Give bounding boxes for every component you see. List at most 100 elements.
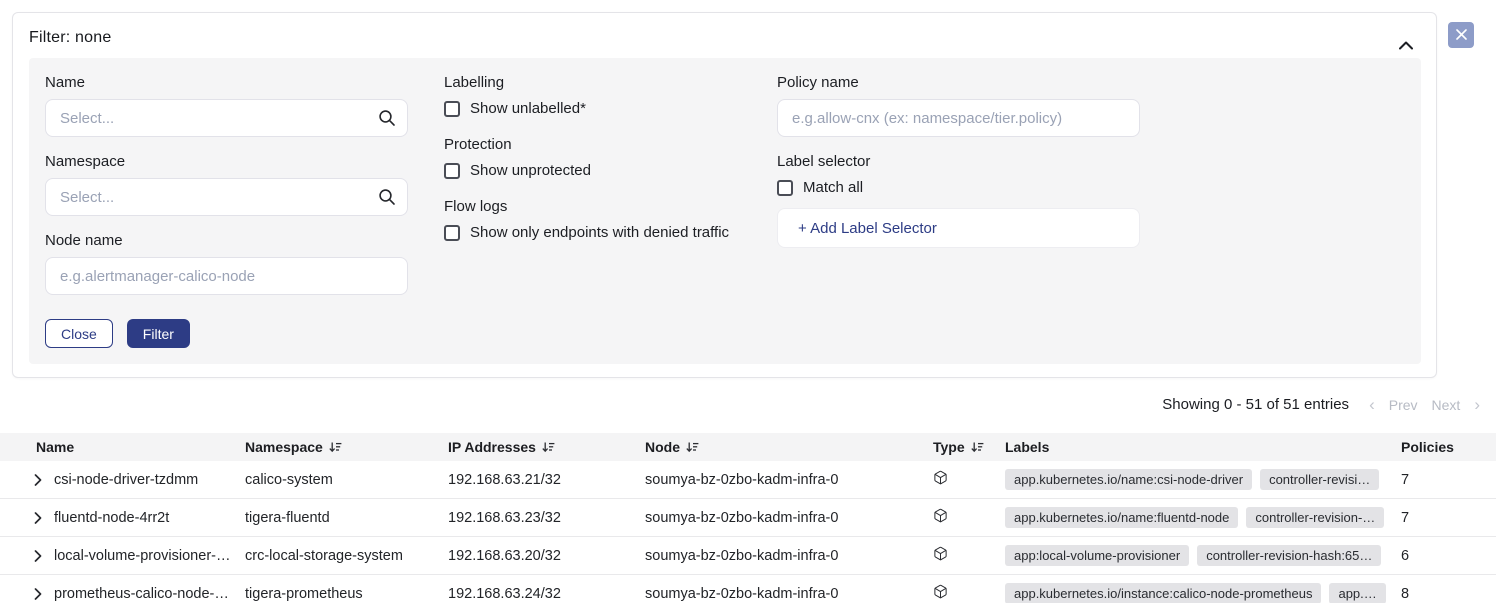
table-body: csi-node-driver-tzdmm calico-system 192.…: [0, 461, 1496, 603]
node-name-input[interactable]: [45, 257, 408, 295]
endpoint-ip: 192.168.63.20/32: [448, 548, 645, 564]
label-chip: app.kubernetes.io/name:fluentd-node: [1005, 507, 1238, 528]
chevron-left-icon[interactable]: ‹: [1369, 396, 1375, 413]
endpoint-ip: 192.168.63.23/32: [448, 510, 645, 526]
checkbox-icon: [444, 163, 460, 179]
match-all-checkbox[interactable]: Match all: [777, 179, 1140, 196]
label-selector-label: Label selector: [777, 153, 1140, 170]
filter-form-panel: Name Namespace: [29, 58, 1421, 364]
pod-icon: [933, 508, 948, 527]
close-button[interactable]: Close: [45, 319, 113, 348]
column-header-name: Name: [0, 439, 245, 455]
endpoint-name: prometheus-calico-node-…: [54, 586, 229, 602]
next-page-link[interactable]: Next: [1432, 397, 1461, 413]
endpoint-labels: app.kubernetes.io/name:fluentd-node contr…: [1005, 507, 1397, 528]
endpoint-namespace: tigera-fluentd: [245, 510, 448, 526]
endpoint-node: soumya-bz-0zbo-kadm-infra-0: [645, 510, 928, 526]
endpoint-node: soumya-bz-0zbo-kadm-infra-0: [645, 548, 928, 564]
endpoint-labels: app:local-volume-provisionercontroller-r…: [1005, 545, 1397, 566]
endpoint-ip: 192.168.63.21/32: [448, 472, 645, 488]
name-select-input[interactable]: [45, 99, 408, 137]
endpoint-policies: 6: [1397, 548, 1496, 564]
endpoints-page: Filter: none Name Names: [0, 0, 1496, 603]
expand-row-icon[interactable]: [34, 550, 42, 562]
endpoint-name: local-volume-provisioner-…: [54, 548, 230, 564]
protection-group: Protection Show unprotected: [444, 136, 789, 179]
match-all-label: Match all: [803, 179, 863, 196]
node-name-field: Node name: [45, 232, 408, 295]
table-header-row: Name Namespace IP Addresses Node: [0, 433, 1496, 461]
label-chip: controller-revision-…: [1246, 507, 1384, 528]
column-header-labels: Labels: [1005, 439, 1397, 455]
filter-button[interactable]: Filter: [127, 319, 190, 348]
protection-label: Protection: [444, 136, 789, 153]
namespace-label: Namespace: [45, 153, 408, 170]
endpoint-type-cell: [928, 508, 1005, 527]
name-field: Name: [45, 74, 408, 137]
show-unprotected-checkbox[interactable]: Show unprotected: [444, 162, 789, 179]
endpoint-namespace: calico-system: [245, 472, 448, 488]
label-chip: app.kubernetes.io/name:csi-node-driver: [1005, 469, 1252, 490]
label-chip: app.…: [1329, 583, 1385, 603]
showing-entries-text: Showing 0 - 51 of 51 entries: [1162, 396, 1349, 413]
add-label-selector-button[interactable]: + Add Label Selector: [777, 208, 1140, 248]
sort-icon: [686, 442, 699, 453]
sort-icon: [542, 442, 555, 453]
sort-icon: [329, 442, 342, 453]
expand-row-icon[interactable]: [34, 588, 42, 600]
chevron-right-icon[interactable]: ›: [1474, 396, 1480, 413]
endpoint-policies: 7: [1397, 510, 1496, 526]
label-selector-group: Label selector Match all + Add Label Sel…: [777, 153, 1140, 248]
endpoint-type-cell: [928, 584, 1005, 603]
labelling-group: Labelling Show unlabelled*: [444, 74, 789, 117]
column-header-type[interactable]: Type: [928, 439, 1005, 455]
denied-traffic-checkbox[interactable]: Show only endpoints with denied traffic: [444, 224, 789, 241]
denied-traffic-label: Show only endpoints with denied traffic: [470, 224, 729, 241]
namespace-field: Namespace: [45, 153, 408, 216]
endpoint-name: csi-node-driver-tzdmm: [54, 472, 198, 488]
endpoints-table: Name Namespace IP Addresses Node: [0, 433, 1496, 603]
namespace-select-input[interactable]: [45, 178, 408, 216]
endpoint-node: soumya-bz-0zbo-kadm-infra-0: [645, 472, 928, 488]
flow-logs-label: Flow logs: [444, 198, 789, 215]
show-unlabelled-checkbox[interactable]: Show unlabelled*: [444, 100, 789, 117]
endpoint-policies: 8: [1397, 586, 1496, 602]
endpoint-type-cell: [928, 546, 1005, 565]
close-panel-x-button[interactable]: [1448, 22, 1474, 48]
pod-icon: [933, 470, 948, 489]
node-name-label: Node name: [45, 232, 408, 249]
filter-title: Filter: none: [29, 29, 111, 47]
expand-row-icon[interactable]: [34, 474, 42, 486]
policy-name-input[interactable]: [777, 99, 1140, 137]
pod-icon: [933, 546, 948, 565]
column-header-policies: Policies: [1397, 439, 1496, 455]
table-row[interactable]: prometheus-calico-node-… tigera-promethe…: [0, 575, 1496, 603]
column-header-node[interactable]: Node: [645, 439, 928, 455]
endpoint-type-cell: [928, 470, 1005, 489]
endpoint-policies: 7: [1397, 472, 1496, 488]
column-header-namespace[interactable]: Namespace: [245, 439, 448, 455]
expand-row-icon[interactable]: [34, 512, 42, 524]
collapse-panel-button[interactable]: [1394, 33, 1418, 57]
endpoint-labels: app.kubernetes.io/name:csi-node-driverco…: [1005, 469, 1397, 490]
show-unprotected-label: Show unprotected: [470, 162, 591, 179]
label-chip: app:local-volume-provisioner: [1005, 545, 1189, 566]
prev-page-link[interactable]: Prev: [1389, 397, 1418, 413]
filter-card: Filter: none Name Names: [12, 12, 1437, 378]
endpoint-labels: app.kubernetes.io/instance:calico-node-p…: [1005, 583, 1397, 603]
table-row[interactable]: local-volume-provisioner-… crc-local-sto…: [0, 537, 1496, 575]
label-chip: app.kubernetes.io/instance:calico-node-p…: [1005, 583, 1321, 603]
checkbox-icon: [777, 180, 793, 196]
labelling-label: Labelling: [444, 74, 789, 91]
table-row[interactable]: csi-node-driver-tzdmm calico-system 192.…: [0, 461, 1496, 499]
endpoint-ip: 192.168.63.24/32: [448, 586, 645, 602]
endpoint-namespace: crc-local-storage-system: [245, 548, 448, 564]
name-label: Name: [45, 74, 408, 91]
table-row[interactable]: fluentd-node-4rr2t tigera-fluentd 192.16…: [0, 499, 1496, 537]
pagination-bar: Showing 0 - 51 of 51 entries ‹ Prev Next…: [1162, 396, 1480, 413]
chevron-up-icon: [1399, 38, 1413, 53]
endpoint-node: soumya-bz-0zbo-kadm-infra-0: [645, 586, 928, 602]
show-unlabelled-label: Show unlabelled*: [470, 100, 586, 117]
column-header-ip-addresses[interactable]: IP Addresses: [448, 439, 645, 455]
close-icon: [1456, 28, 1467, 43]
